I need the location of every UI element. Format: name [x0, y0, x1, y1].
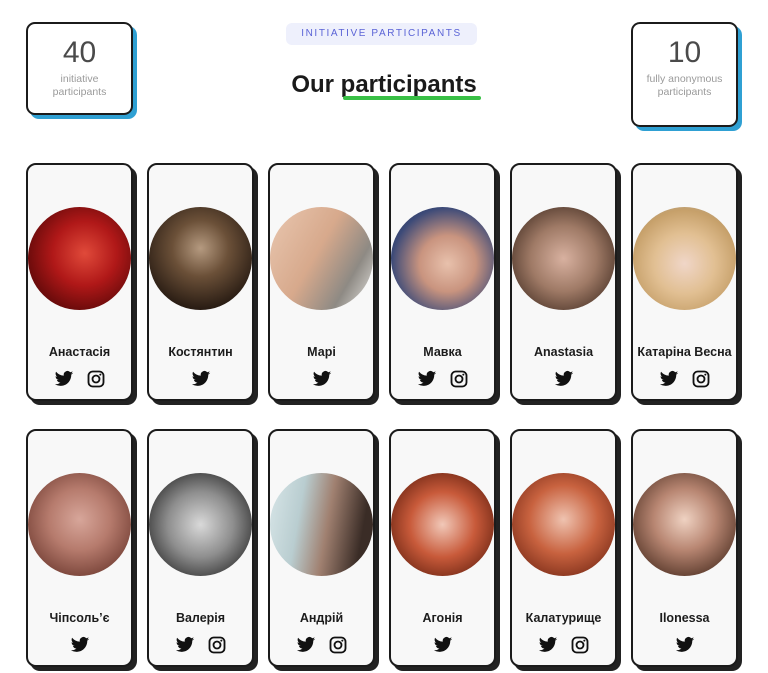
instagram-icon[interactable]	[86, 369, 106, 389]
participant-name: Чіпсоль’є	[49, 611, 110, 625]
participant-avatar	[149, 207, 252, 310]
participant-card[interactable]: Ilonessa	[631, 429, 738, 667]
participant-card[interactable]: Андрій	[268, 429, 375, 667]
anonymous-count-label: fully anonymous participants	[646, 73, 723, 98]
participant-card[interactable]: Anastasia	[510, 163, 617, 401]
twitter-icon[interactable]	[70, 635, 90, 655]
instagram-icon[interactable]	[207, 635, 227, 655]
participant-avatar	[28, 207, 131, 310]
participant-avatar	[633, 473, 736, 576]
participant-card[interactable]: Марі	[268, 163, 375, 401]
section-tag: INITIATIVE PARTICIPANTS	[286, 23, 477, 45]
participant-card[interactable]: Катаріна Весна	[631, 163, 738, 401]
participant-avatar	[391, 207, 494, 310]
participants-count-box: 40 initiative participants	[26, 22, 133, 115]
social-links	[391, 635, 494, 655]
anonymous-count-box: 10 fully anonymous participants	[631, 22, 738, 127]
participant-avatar	[391, 473, 494, 576]
instagram-icon[interactable]	[449, 369, 469, 389]
instagram-icon[interactable]	[328, 635, 348, 655]
participant-avatar	[512, 207, 615, 310]
participant-card[interactable]: Калатурище	[510, 429, 617, 667]
social-links	[512, 635, 615, 655]
participant-name: Валерія	[175, 611, 226, 625]
social-links	[149, 635, 252, 655]
participant-avatar	[28, 473, 131, 576]
twitter-icon[interactable]	[175, 635, 195, 655]
participant-card[interactable]: Агонія	[389, 429, 496, 667]
participant-avatar	[270, 207, 373, 310]
social-links	[633, 369, 736, 389]
social-links	[270, 369, 373, 389]
twitter-icon[interactable]	[659, 369, 679, 389]
social-links	[28, 369, 131, 389]
participant-name: Катаріна Весна	[637, 345, 732, 359]
participant-avatar	[512, 473, 615, 576]
twitter-icon[interactable]	[554, 369, 574, 389]
twitter-icon[interactable]	[191, 369, 211, 389]
participant-card[interactable]: Анастасія	[26, 163, 133, 401]
participant-card[interactable]: Мавка	[389, 163, 496, 401]
participants-count: 40	[62, 36, 97, 69]
social-links	[512, 369, 615, 389]
twitter-icon[interactable]	[433, 635, 453, 655]
participant-name: Агонія	[422, 611, 463, 625]
participant-card[interactable]: Валерія	[147, 429, 254, 667]
twitter-icon[interactable]	[296, 635, 316, 655]
title-prefix: Our	[291, 71, 334, 98]
participant-name: Калатурище	[525, 611, 602, 625]
social-links	[270, 635, 373, 655]
participant-name: Anastasia	[533, 345, 594, 359]
participant-name: Костянтин	[168, 345, 233, 359]
participant-name: Андрій	[299, 611, 344, 625]
social-links	[391, 369, 494, 389]
anonymous-count: 10	[667, 36, 702, 69]
social-links	[28, 635, 131, 655]
participant-avatar	[149, 473, 252, 576]
participant-card[interactable]: Чіпсоль’є	[26, 429, 133, 667]
participant-avatar	[633, 207, 736, 310]
participant-card[interactable]: Костянтин	[147, 163, 254, 401]
instagram-icon[interactable]	[570, 635, 590, 655]
participant-name: Анастасія	[48, 345, 111, 359]
twitter-icon[interactable]	[312, 369, 332, 389]
twitter-icon[interactable]	[538, 635, 558, 655]
social-links	[633, 635, 736, 655]
participant-name: Мавка	[423, 345, 462, 359]
title-highlight: participants	[340, 71, 481, 100]
twitter-icon[interactable]	[675, 635, 695, 655]
instagram-icon[interactable]	[691, 369, 711, 389]
twitter-icon[interactable]	[417, 369, 437, 389]
participant-name: Ilonessa	[659, 611, 710, 625]
participant-avatar	[270, 473, 373, 576]
participant-name: Марі	[307, 345, 336, 359]
twitter-icon[interactable]	[54, 369, 74, 389]
social-links	[149, 369, 252, 389]
